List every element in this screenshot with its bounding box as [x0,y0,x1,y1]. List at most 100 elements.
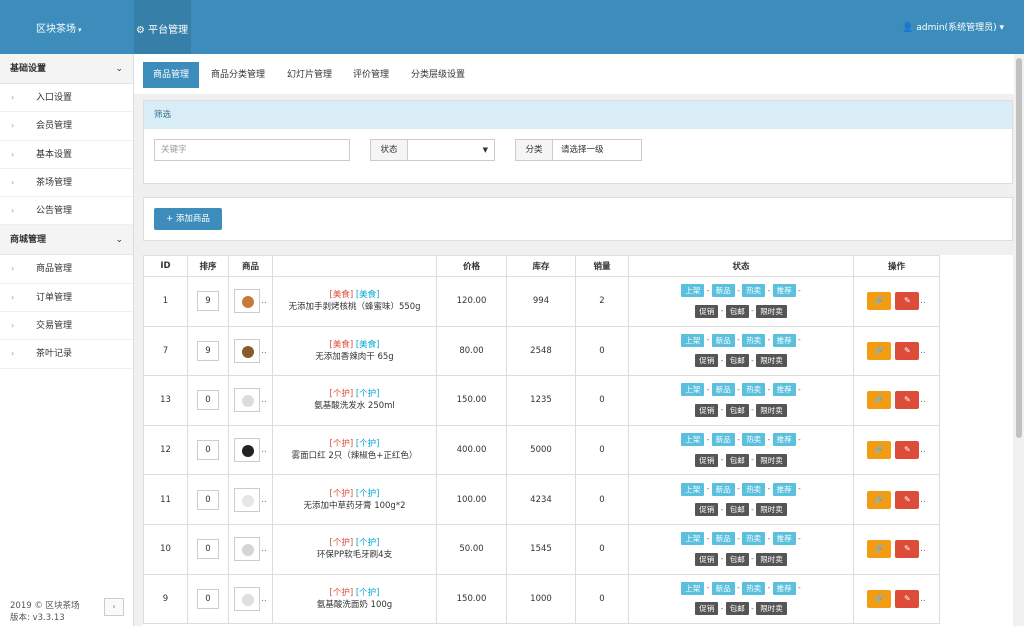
status-badge[interactable]: 推荐 [772,482,796,496]
product-thumbnail[interactable] [234,487,261,512]
status-badge[interactable]: 限时卖 [756,552,787,566]
status-badge[interactable]: 包邮 [725,552,749,566]
edit-button[interactable]: ✎ [895,589,920,608]
tab-category-levels[interactable]: 分类层级设置 [401,62,475,88]
column-header-price[interactable]: 价格 [436,255,507,277]
status-badge[interactable]: 促销 [695,453,719,467]
sidebar-item-basic-settings[interactable]: › 基本设置 [0,141,133,169]
subcategory-tag[interactable]: [个护] [356,538,380,548]
status-badge[interactable]: 新品 [711,532,735,546]
product-thumbnail[interactable] [234,586,261,611]
status-badge[interactable]: 上架 [681,581,705,595]
status-badge[interactable]: 推荐 [772,284,796,298]
category-tag[interactable]: [个护] [330,538,354,548]
status-badge[interactable]: 新品 [711,333,735,347]
link-button[interactable]: 🔗 [867,391,892,410]
subcategory-tag[interactable]: [个护] [356,389,380,399]
status-badge[interactable]: 热卖 [742,284,766,298]
page-scrollbar[interactable] [1014,54,1024,626]
category-tag[interactable]: [美食] [330,340,354,350]
column-header-stock[interactable]: 库存 [506,255,576,277]
tab-product-categories[interactable]: 商品分类管理 [201,62,275,88]
column-header-sort[interactable]: 排序 [187,255,229,277]
status-badge[interactable]: 限时卖 [756,503,787,517]
edit-button[interactable]: ✎ [895,341,920,360]
edit-button[interactable]: ✎ [895,540,920,559]
sidebar-item-entry[interactable]: › 入口设置 [0,84,133,113]
status-badge[interactable]: 推荐 [772,581,796,595]
product-thumbnail[interactable] [234,537,261,562]
sidebar-item-tea-records[interactable]: › 茶叶记录 [0,340,133,369]
link-button[interactable]: 🔗 [867,540,892,559]
status-badge[interactable]: 限时卖 [756,304,787,318]
status-badge[interactable]: 热卖 [742,532,766,546]
status-badge[interactable]: 包邮 [725,602,749,616]
status-badge[interactable]: 热卖 [742,482,766,496]
column-header-id[interactable]: ID [143,255,188,277]
status-badge[interactable]: 推荐 [772,383,796,397]
link-button[interactable]: 🔗 [867,441,892,460]
status-badge[interactable]: 限时卖 [756,453,787,467]
sort-input[interactable]: 0 [197,489,219,510]
link-button[interactable]: 🔗 [867,589,892,608]
edit-button[interactable]: ✎ [895,490,920,509]
add-product-button[interactable]: + 添加商品 [154,208,222,230]
column-header-sales[interactable]: 销量 [575,255,629,277]
category-tag[interactable]: [个护] [330,588,354,598]
status-badge[interactable]: 上架 [681,532,705,546]
status-badge[interactable]: 促销 [695,552,719,566]
sidebar-collapse-button[interactable]: ‹ [104,598,124,616]
sort-input[interactable]: 0 [197,390,219,411]
subcategory-tag[interactable]: [美食] [356,290,380,300]
status-badge[interactable]: 促销 [695,304,719,318]
sidebar-group-basic[interactable]: 基础设置 ⌄ [0,54,133,84]
status-badge[interactable]: 热卖 [742,581,766,595]
tab-slides[interactable]: 幻灯片管理 [277,62,342,88]
sidebar-item-trades[interactable]: › 交易管理 [0,312,133,341]
brand-dropdown[interactable]: 区块茶场 ▾ [36,20,82,35]
status-select[interactable]: ▼ [407,139,495,161]
platform-menu[interactable]: ⚙ 平台管理 [134,0,191,54]
sidebar-item-products[interactable]: › 商品管理 [0,255,133,284]
status-badge[interactable]: 包邮 [725,403,749,417]
link-button[interactable]: 🔗 [867,292,892,311]
user-menu[interactable]: 👤 admin(系统管理员) ▾ [902,20,1004,33]
sidebar-item-notices[interactable]: › 公告管理 [0,197,133,226]
category-tag[interactable]: [美食] [330,290,354,300]
status-badge[interactable]: 上架 [681,383,705,397]
status-badge[interactable]: 热卖 [742,333,766,347]
status-badge[interactable]: 推荐 [772,333,796,347]
status-badge[interactable]: 新品 [711,433,735,447]
category-tag[interactable]: [个护] [330,389,354,399]
edit-button[interactable]: ✎ [895,391,920,410]
status-badge[interactable]: 包邮 [725,453,749,467]
product-thumbnail[interactable] [234,289,261,314]
link-button[interactable]: 🔗 [867,341,892,360]
edit-button[interactable]: ✎ [895,441,920,460]
status-badge[interactable]: 促销 [695,354,719,368]
keyword-input[interactable]: 关键字 [154,139,350,161]
status-badge[interactable]: 促销 [695,602,719,616]
sidebar-item-members[interactable]: › 会员管理 [0,112,133,141]
sidebar-item-orders[interactable]: › 订单管理 [0,284,133,313]
status-badge[interactable]: 热卖 [742,433,766,447]
product-thumbnail[interactable] [234,438,261,463]
status-badge[interactable]: 上架 [681,333,705,347]
status-badge[interactable]: 新品 [711,284,735,298]
status-badge[interactable]: 新品 [711,581,735,595]
status-badge[interactable]: 包邮 [725,354,749,368]
status-badge[interactable]: 包邮 [725,304,749,318]
status-badge[interactable]: 包邮 [725,503,749,517]
product-thumbnail[interactable] [234,338,261,363]
product-thumbnail[interactable] [234,388,261,413]
status-badge[interactable]: 上架 [681,433,705,447]
subcategory-tag[interactable]: [个护] [356,489,380,499]
sort-input[interactable]: 0 [197,539,219,560]
subcategory-tag[interactable]: [个护] [356,439,380,449]
sidebar-item-tea-farm[interactable]: › 茶场管理 [0,169,133,198]
sidebar-group-mall[interactable]: 商城管理 ⌄ [0,225,133,256]
edit-button[interactable]: ✎ [895,292,920,311]
subcategory-tag[interactable]: [美食] [356,340,380,350]
status-badge[interactable]: 限时卖 [756,602,787,616]
status-badge[interactable]: 促销 [695,503,719,517]
